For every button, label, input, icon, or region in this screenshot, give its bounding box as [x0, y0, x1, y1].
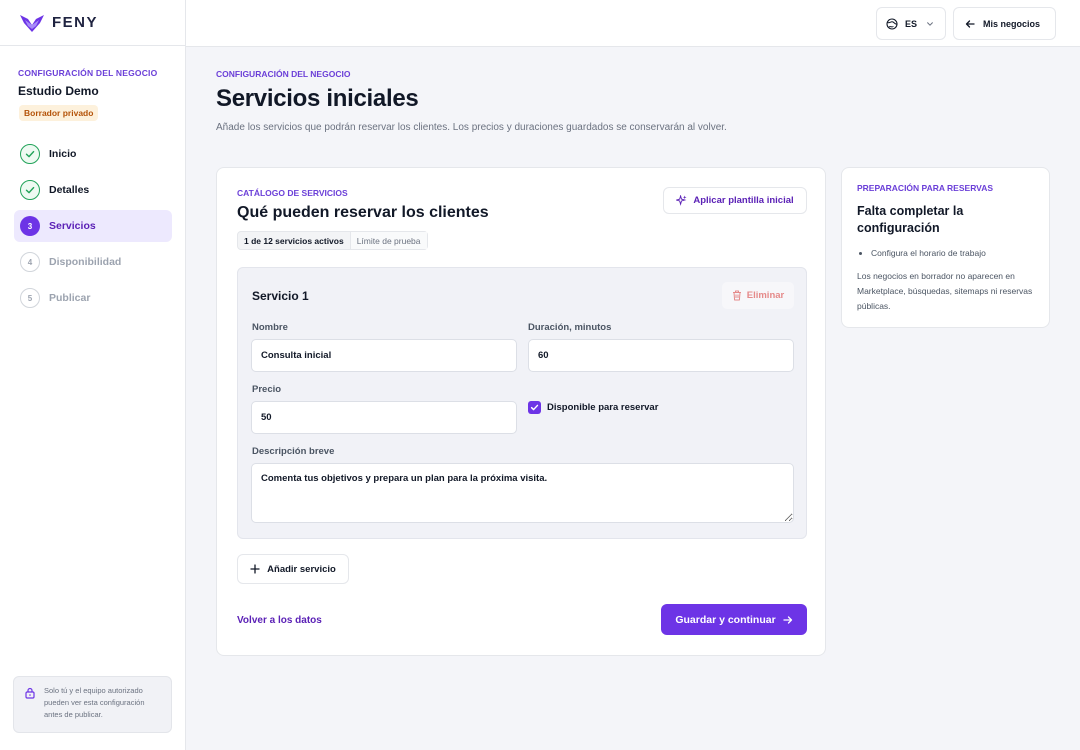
available-checkbox[interactable]: [528, 401, 541, 414]
page-title: Servicios iniciales: [216, 85, 419, 112]
chevron-down-icon: [927, 21, 933, 26]
topbar: ES Mis negocios: [186, 0, 1080, 47]
limit-label: Límite de prueba: [349, 232, 427, 249]
logo[interactable]: FENY: [0, 0, 185, 46]
status-badge: Borrador privado: [19, 105, 99, 121]
sparkles-icon: [676, 195, 687, 206]
trash-icon: [732, 290, 741, 301]
check-icon: [20, 144, 40, 164]
step-label: Servicios: [49, 220, 96, 232]
service-title: Servicio 1: [252, 289, 309, 303]
page-eyebrow: CONFIGURACIÓN DEL NEGOCIO: [216, 69, 351, 79]
price-input[interactable]: [251, 401, 517, 434]
feny-logo-icon: [20, 14, 44, 32]
readiness-list: Configura el horario de trabajo: [857, 248, 1034, 258]
sidebar-eyebrow: CONFIGURACIÓN DEL NEGOCIO: [18, 68, 158, 78]
my-business-label: Mis negocios: [983, 18, 1041, 29]
step-detalles[interactable]: Detalles: [14, 174, 172, 206]
readiness-title: Falta completar la configuración: [857, 204, 964, 235]
service-name-input[interactable]: [251, 339, 517, 372]
arrow-left-icon: [965, 19, 975, 28]
language-selector[interactable]: ES: [876, 7, 946, 40]
service-item: Servicio 1 Eliminar Nombre Duración, min…: [237, 267, 807, 539]
available-checkbox-row[interactable]: Disponible para reservar: [528, 401, 658, 414]
description-label: Descripción breve: [252, 446, 335, 457]
language-label: ES: [905, 18, 918, 29]
arrow-right-icon: [783, 615, 792, 624]
save-continue-label: Guardar y continuar: [675, 613, 776, 626]
check-icon: [20, 180, 40, 200]
available-label: Disponible para reservar: [547, 402, 659, 413]
step-number: 3: [20, 216, 40, 236]
plus-icon: [250, 564, 260, 574]
step-servicios[interactable]: 3 Servicios: [14, 210, 172, 242]
lock-icon: [25, 687, 35, 699]
privacy-note: Solo tú y el equipo autorizado pueden ve…: [13, 676, 172, 733]
step-number: 5: [20, 288, 40, 308]
duration-input[interactable]: [528, 339, 794, 372]
readiness-card: PREPARACIÓN PARA RESERVAS Falta completa…: [841, 167, 1050, 328]
name-label: Nombre: [252, 322, 288, 333]
step-inicio[interactable]: Inicio: [14, 138, 172, 170]
check-icon: [530, 404, 539, 411]
add-service-button[interactable]: Añadir servicio: [237, 554, 349, 584]
privacy-note-text: Solo tú y el equipo autorizado pueden ve…: [44, 686, 145, 719]
step-label: Disponibilidad: [49, 256, 122, 268]
readiness-note: Los negocios en borrador no aparecen en …: [857, 271, 1033, 311]
brand-name: FENY: [52, 14, 99, 31]
step-number: 4: [20, 252, 40, 272]
setup-steps: Inicio Detalles 3 Servicios 4 Disponibil…: [14, 138, 172, 318]
catalog-title: Qué pueden reservar los clientes: [237, 204, 489, 221]
apply-template-button[interactable]: Aplicar plantilla inicial: [663, 187, 807, 214]
step-publicar[interactable]: 5 Publicar: [14, 282, 172, 314]
catalog-eyebrow: CATÁLOGO DE SERVICIOS: [237, 188, 348, 198]
services-count-chip: 1 de 12 servicios activos Límite de prue…: [237, 231, 428, 250]
globe-icon: [886, 17, 898, 30]
business-name: Estudio Demo: [18, 84, 99, 98]
apply-template-label: Aplicar plantilla inicial: [693, 195, 794, 206]
service-catalog-card: CATÁLOGO DE SERVICIOS Qué pueden reserva…: [216, 167, 826, 656]
save-continue-button[interactable]: Guardar y continuar: [661, 604, 807, 635]
delete-label: Eliminar: [746, 290, 785, 301]
step-disponibilidad[interactable]: 4 Disponibilidad: [14, 246, 172, 278]
description-textarea[interactable]: Comenta tus objetivos y prepara un plan …: [251, 463, 794, 523]
my-business-button[interactable]: Mis negocios: [953, 7, 1056, 40]
delete-service-button[interactable]: Eliminar: [722, 282, 794, 309]
active-count: 1 de 12 servicios activos: [244, 235, 344, 246]
step-label: Inicio: [49, 148, 77, 160]
duration-label: Duración, minutos: [528, 322, 612, 333]
readiness-item: Configura el horario de trabajo: [871, 248, 1034, 258]
price-label: Precio: [252, 384, 282, 395]
readiness-eyebrow: PREPARACIÓN PARA RESERVAS: [857, 183, 994, 193]
add-service-label: Añadir servicio: [267, 563, 336, 575]
step-label: Publicar: [49, 292, 91, 304]
page-description: Añade los servicios que podrán reservar …: [216, 122, 727, 133]
step-label: Detalles: [49, 184, 90, 196]
back-to-details-link[interactable]: Volver a los datos: [237, 615, 322, 626]
sidebar: FENY CONFIGURACIÓN DEL NEGOCIO Estudio D…: [0, 0, 186, 750]
